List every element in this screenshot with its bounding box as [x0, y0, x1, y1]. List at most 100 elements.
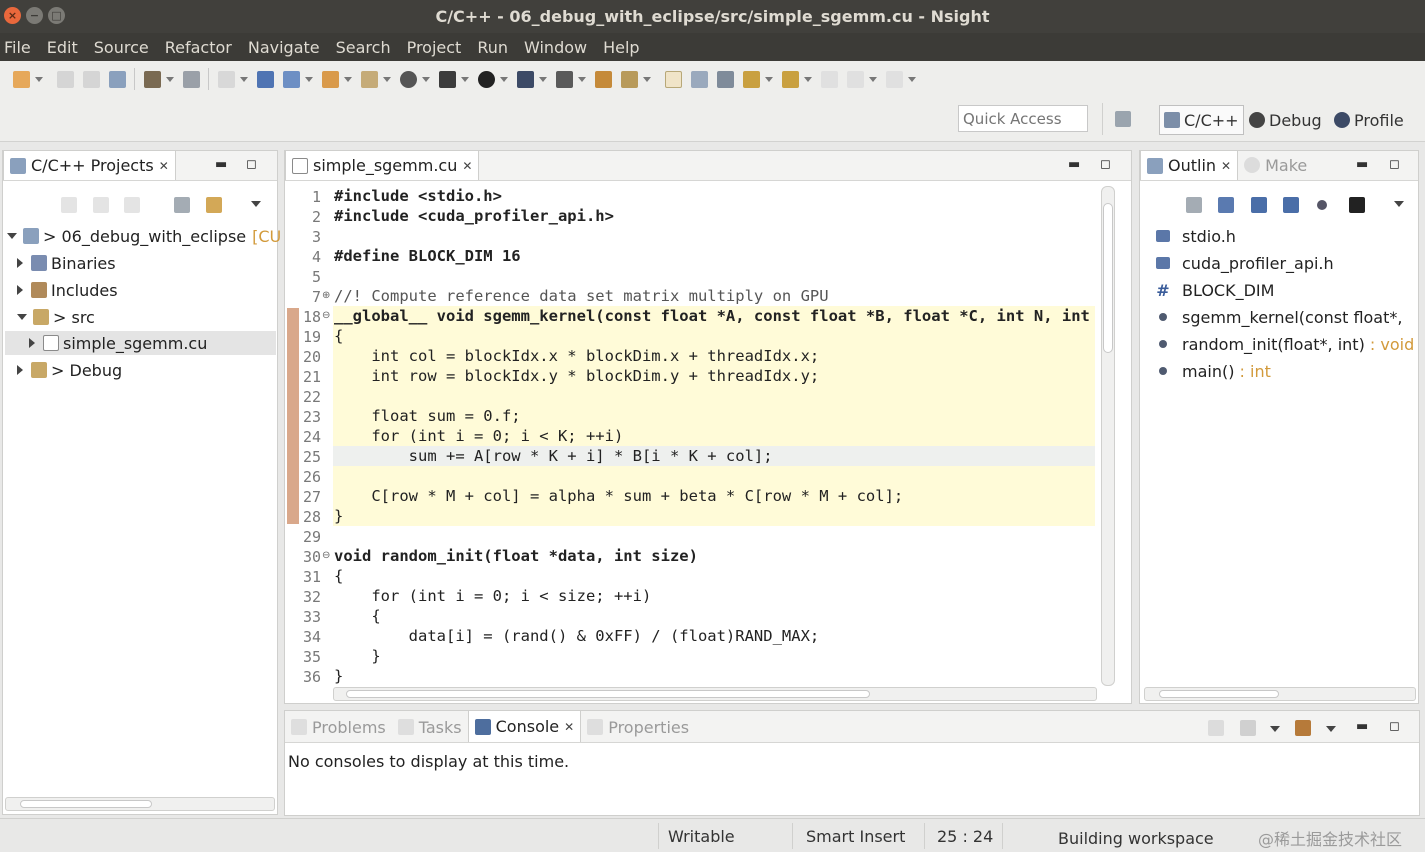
code-line[interactable]: sum += A[row * K + i] * B[i * K + col]; [333, 446, 1095, 466]
save-all-icon[interactable] [83, 70, 100, 88]
code-line[interactable] [333, 386, 1095, 406]
profile-icon[interactable] [517, 70, 534, 88]
run-icon[interactable] [478, 70, 495, 88]
tab-tasks[interactable]: Tasks [392, 712, 468, 742]
code-line[interactable] [333, 226, 1095, 246]
horizontal-scrollbar[interactable] [5, 797, 275, 811]
back-icon[interactable] [847, 70, 864, 88]
external-tools-icon[interactable] [556, 70, 573, 88]
vertical-scrollbar[interactable] [1101, 186, 1115, 686]
tree-item-includes[interactable]: Includes [17, 278, 118, 302]
dropdown-icon[interactable] [908, 76, 916, 82]
pin-icon[interactable] [257, 70, 274, 88]
scrollbar-thumb[interactable] [20, 800, 152, 808]
tree-item-project[interactable]: > 06_debug_with_eclipse [CU [7, 224, 281, 248]
perspective-cpp-button[interactable]: C/C++ [1159, 105, 1244, 135]
close-tab-icon[interactable]: ✕ [564, 720, 574, 734]
maximize-icon[interactable]: ◻ [1389, 719, 1400, 734]
expand-icon[interactable] [17, 314, 27, 320]
code-line[interactable] [333, 526, 1095, 546]
tree-item-simple-sgemm[interactable]: simple_sgemm.cu [5, 331, 276, 355]
link-editor-icon[interactable] [206, 197, 222, 213]
outline-item-cuda-profiler[interactable]: cuda_profiler_api.h [1156, 251, 1334, 275]
code-line[interactable]: __global__ void sgemm_kernel(const float… [333, 306, 1095, 326]
menu-help[interactable]: Help [603, 38, 639, 57]
fold-expand-icon[interactable]: ⊕ [322, 290, 330, 301]
new-dropdown-icon[interactable] [35, 76, 43, 82]
minimize-icon[interactable]: ▬ [1356, 719, 1368, 734]
dropdown-icon[interactable] [643, 76, 651, 82]
view-menu-icon[interactable] [251, 201, 261, 207]
code-line[interactable]: int row = blockIdx.y * blockDim.y + thre… [333, 366, 1095, 386]
display-console-icon[interactable] [1240, 720, 1256, 736]
code-line[interactable]: } [333, 646, 1095, 666]
menu-refactor[interactable]: Refactor [165, 38, 232, 57]
tab-problems[interactable]: Problems [285, 712, 392, 742]
hide-static-icon[interactable] [1283, 197, 1299, 213]
horizontal-scrollbar[interactable] [1144, 687, 1416, 701]
collapse-all-icon[interactable] [1186, 197, 1202, 213]
dropdown-icon[interactable] [539, 76, 547, 82]
maximize-icon[interactable]: ◻ [1100, 157, 1111, 172]
code-line[interactable]: #include <stdio.h> [333, 186, 1095, 206]
code-line[interactable]: } [333, 506, 1095, 526]
close-tab-icon[interactable]: ✕ [159, 159, 169, 173]
minimize-icon[interactable]: ▬ [215, 157, 227, 172]
print-icon[interactable] [109, 70, 126, 88]
scrollbar-thumb[interactable] [1103, 203, 1113, 353]
scrollbar-thumb[interactable] [346, 690, 870, 698]
block-selection-icon[interactable] [691, 70, 708, 88]
hide-fields-icon[interactable] [1251, 197, 1267, 213]
forward-icon[interactable] [93, 197, 109, 213]
menu-edit[interactable]: Edit [47, 38, 78, 57]
debug-dropdown-icon[interactable] [461, 76, 469, 82]
status-task[interactable]: Building workspace [1058, 829, 1214, 848]
horizontal-scrollbar[interactable] [333, 687, 1097, 701]
quick-access-input[interactable] [958, 105, 1088, 132]
perspective-profile-button[interactable]: Profile [1330, 105, 1408, 135]
build-icon[interactable] [144, 70, 161, 88]
code-line[interactable]: #include <cuda_profiler_api.h> [333, 206, 1095, 226]
dropdown-icon[interactable] [422, 76, 430, 82]
forward-icon[interactable] [886, 70, 903, 88]
expand-icon[interactable] [17, 285, 23, 295]
open-perspective-icon[interactable] [1115, 111, 1131, 127]
new-folder-icon[interactable] [322, 70, 339, 88]
tab-simple-sgemm[interactable]: simple_sgemm.cu ✕ [285, 150, 480, 180]
dropdown-icon[interactable] [240, 76, 248, 82]
code-line[interactable]: { [333, 606, 1095, 626]
close-tab-icon[interactable]: ✕ [462, 159, 472, 173]
code-line[interactable]: { [333, 326, 1095, 346]
code-line[interactable]: #define BLOCK_DIM 16 [333, 246, 1095, 266]
binary-icon[interactable] [183, 70, 200, 88]
dropdown-icon[interactable] [1270, 726, 1280, 732]
tree-item-src[interactable]: > src [17, 305, 95, 329]
tab-make[interactable]: Make [1238, 150, 1313, 180]
dropdown-icon[interactable] [344, 76, 352, 82]
last-edit-icon[interactable] [821, 70, 838, 88]
code-line[interactable] [333, 466, 1095, 486]
search-icon[interactable] [621, 70, 638, 88]
menu-source[interactable]: Source [94, 38, 149, 57]
save-icon[interactable] [57, 70, 74, 88]
code-line[interactable] [333, 266, 1095, 286]
open-console-icon[interactable] [1295, 720, 1311, 736]
code-line[interactable]: int col = blockIdx.x * blockDim.x + thre… [333, 346, 1095, 366]
outline-item-sgemm-kernel[interactable]: sgemm_kernel(const float*, [1156, 305, 1402, 329]
outline-item-stdio[interactable]: stdio.h [1156, 224, 1236, 248]
run-dropdown-icon[interactable] [500, 76, 508, 82]
tab-outline[interactable]: Outlin ✕ [1140, 150, 1239, 180]
menu-project[interactable]: Project [407, 38, 462, 57]
build-dropdown-icon[interactable] [166, 76, 174, 82]
fold-collapse-icon[interactable]: ⊖ [322, 310, 330, 321]
menu-navigate[interactable]: Navigate [248, 38, 320, 57]
expand-icon[interactable] [17, 258, 23, 268]
close-tab-icon[interactable]: ✕ [1221, 159, 1231, 173]
menu-file[interactable]: File [4, 38, 31, 57]
maximize-icon[interactable]: ◻ [246, 157, 257, 172]
code-line[interactable]: void random_init(float *data, int size) [333, 546, 1095, 566]
view-menu-icon[interactable] [1394, 201, 1404, 207]
minimize-icon[interactable]: ▬ [1356, 157, 1368, 172]
menu-window[interactable]: Window [524, 38, 587, 57]
cut-icon[interactable] [218, 70, 235, 88]
